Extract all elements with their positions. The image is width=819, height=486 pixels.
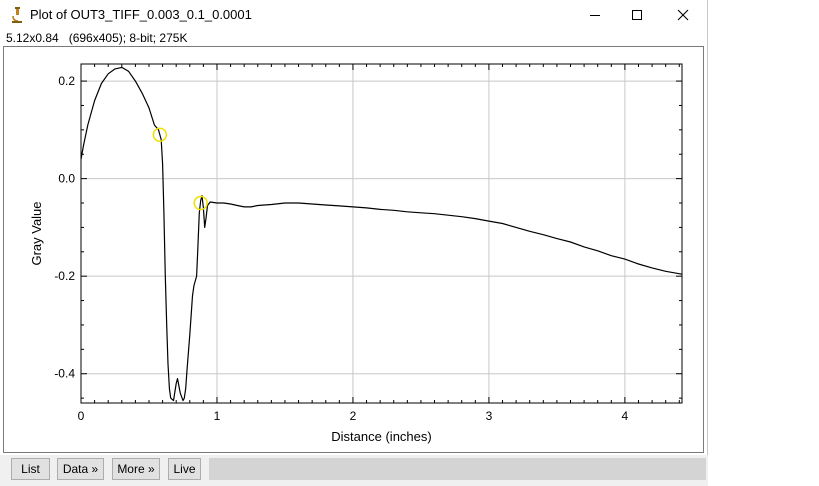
close-button[interactable] bbox=[660, 0, 706, 30]
plot-border bbox=[80, 63, 683, 404]
plot-window: Plot of OUT3_TIFF_0.003_0.1_0.0001 5.12x… bbox=[0, 0, 708, 486]
close-icon bbox=[677, 9, 689, 21]
image-info: 5.12x0.84 (696x405); 8-bit; 275K bbox=[6, 31, 188, 45]
live-button[interactable]: Live bbox=[168, 458, 201, 480]
list-button[interactable]: List bbox=[11, 458, 50, 480]
y-axis-label: Gray Value bbox=[29, 201, 44, 265]
more-button[interactable]: More » bbox=[112, 458, 160, 480]
data-button[interactable]: Data » bbox=[57, 458, 104, 480]
y-tick-label: 0.0 bbox=[58, 172, 75, 186]
x-tick-label: 4 bbox=[622, 409, 629, 423]
x-tick-label: 2 bbox=[350, 409, 357, 423]
line-chart: 0 1 2 3 4 0.2 0.0 -0.2 -0.4 Distance (inches) Gray… bbox=[29, 63, 683, 444]
maximize-button[interactable] bbox=[614, 0, 660, 30]
title-bar[interactable]: Plot of OUT3_TIFF_0.003_0.1_0.0001 bbox=[0, 0, 708, 30]
x-tick-label: 1 bbox=[214, 409, 221, 423]
maximize-icon bbox=[632, 10, 642, 20]
x-axis-label: Distance (inches) bbox=[331, 429, 431, 444]
plot-toolbar: List Data » More » Live bbox=[0, 455, 708, 486]
x-tick-label: 3 bbox=[486, 409, 493, 423]
y-tick-label: 0.2 bbox=[58, 74, 75, 88]
plot-area[interactable]: 0 1 2 3 4 0.2 0.0 -0.2 -0.4 Distance (inches) Gray… bbox=[3, 46, 704, 453]
y-tick-label: -0.2 bbox=[54, 269, 75, 283]
minimize-icon bbox=[590, 15, 600, 16]
microscope-icon bbox=[12, 7, 22, 23]
y-tick-label: -0.4 bbox=[54, 367, 75, 381]
minimize-button[interactable] bbox=[572, 0, 618, 30]
gray-value-curve bbox=[80, 66, 683, 402]
status-field bbox=[209, 458, 706, 480]
window-title: Plot of OUT3_TIFF_0.003_0.1_0.0001 bbox=[30, 7, 252, 22]
x-tick-label: 0 bbox=[78, 409, 85, 423]
